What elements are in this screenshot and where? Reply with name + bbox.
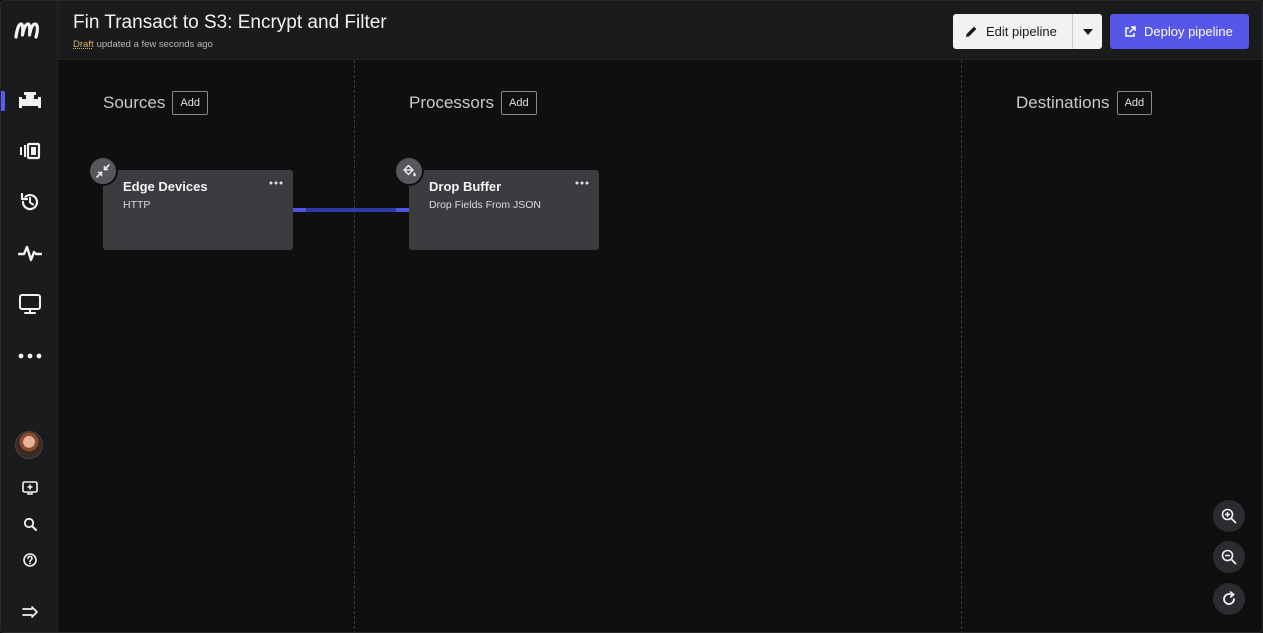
node-type: HTTP xyxy=(123,199,151,211)
column-divider xyxy=(354,60,355,632)
sidebar-item-more[interactable] xyxy=(1,338,58,374)
node-type: Drop Fields From JSON xyxy=(429,199,542,211)
library-icon xyxy=(19,142,40,160)
sidebar-item-feedback[interactable] xyxy=(1,470,58,506)
paint-bucket-icon xyxy=(402,164,416,177)
sidebar xyxy=(1,1,58,632)
edit-pipeline-dropdown[interactable] xyxy=(1073,14,1102,49)
pipeline-canvas[interactable]: Sources Add Processors Add Destinations … xyxy=(58,60,1262,632)
source-node[interactable]: Edge Devices HTTP xyxy=(103,170,293,250)
zoom-out-icon xyxy=(1221,549,1237,565)
deploy-pipeline-button[interactable]: Deploy pipeline xyxy=(1110,14,1249,49)
add-source-button[interactable]: Add xyxy=(172,91,208,115)
node-menu-button[interactable] xyxy=(267,176,285,190)
zoom-in-button[interactable] xyxy=(1213,500,1245,532)
pulse-icon xyxy=(17,245,42,262)
edit-pipeline-button[interactable]: Edit pipeline xyxy=(953,14,1073,49)
sources-column-header: Sources Add xyxy=(103,91,208,115)
app-frame: Fin Transact to S3: Encrypt and Filter D… xyxy=(0,0,1263,633)
monitor-icon xyxy=(18,294,41,314)
status-badge[interactable]: Draft xyxy=(73,39,94,50)
processors-title: Processors xyxy=(409,93,495,112)
search-icon xyxy=(23,517,37,531)
sidebar-item-history[interactable] xyxy=(1,184,58,220)
caret-down-icon xyxy=(1082,28,1093,35)
sidebar-item-activity[interactable] xyxy=(1,235,58,271)
sources-title: Sources xyxy=(103,93,166,112)
pencil-icon xyxy=(966,26,977,37)
processor-node[interactable]: Drop Buffer Drop Fields From JSON xyxy=(409,170,599,250)
destinations-column-header: Destinations Add xyxy=(1016,91,1153,115)
page-title: Fin Transact to S3: Encrypt and Filter xyxy=(73,12,387,33)
sidebar-item-monitor[interactable] xyxy=(1,286,58,322)
processor-node-badge xyxy=(394,156,424,186)
reset-view-button[interactable] xyxy=(1213,583,1245,615)
sidebar-item-pipelines[interactable] xyxy=(1,83,58,119)
arrows-in-icon xyxy=(96,164,110,178)
refresh-icon xyxy=(1223,591,1235,605)
avatar[interactable] xyxy=(15,431,43,459)
external-link-icon xyxy=(1125,25,1136,37)
deploy-pipeline-label: Deploy pipeline xyxy=(1144,24,1233,39)
node-name: Drop Buffer xyxy=(429,179,502,194)
zoom-out-button[interactable] xyxy=(1213,541,1245,573)
edit-pipeline-label: Edit pipeline xyxy=(986,24,1057,39)
pipeline-icon xyxy=(18,92,41,108)
destinations-title: Destinations xyxy=(1016,93,1110,112)
feedback-icon xyxy=(21,481,38,495)
column-divider xyxy=(961,60,962,632)
processors-column-header: Processors Add xyxy=(409,91,537,115)
sidebar-item-search[interactable] xyxy=(1,506,58,542)
updated-text: updated a few seconds ago xyxy=(96,39,213,50)
zoom-in-icon xyxy=(1221,508,1237,524)
add-destination-button[interactable]: Add xyxy=(1116,91,1153,115)
header: Fin Transact to S3: Encrypt and Filter D… xyxy=(58,1,1262,60)
help-icon xyxy=(22,553,37,567)
logo[interactable] xyxy=(13,15,45,45)
sidebar-item-help[interactable] xyxy=(1,542,58,578)
edit-pipeline-group: Edit pipeline xyxy=(953,14,1102,49)
expand-icon xyxy=(21,606,38,618)
sidebar-item-expand[interactable] xyxy=(1,594,58,630)
source-node-badge xyxy=(88,156,118,186)
sidebar-item-library[interactable] xyxy=(1,133,58,169)
ellipsis-icon xyxy=(575,181,589,185)
node-connector xyxy=(292,208,410,212)
ellipsis-icon xyxy=(269,181,283,185)
history-icon xyxy=(20,192,38,211)
add-processor-button[interactable]: Add xyxy=(501,91,537,115)
node-name: Edge Devices xyxy=(123,179,208,194)
node-menu-button[interactable] xyxy=(573,176,591,190)
page-subtitle: Draft updated a few seconds ago xyxy=(73,39,213,50)
more-icon xyxy=(18,353,41,359)
